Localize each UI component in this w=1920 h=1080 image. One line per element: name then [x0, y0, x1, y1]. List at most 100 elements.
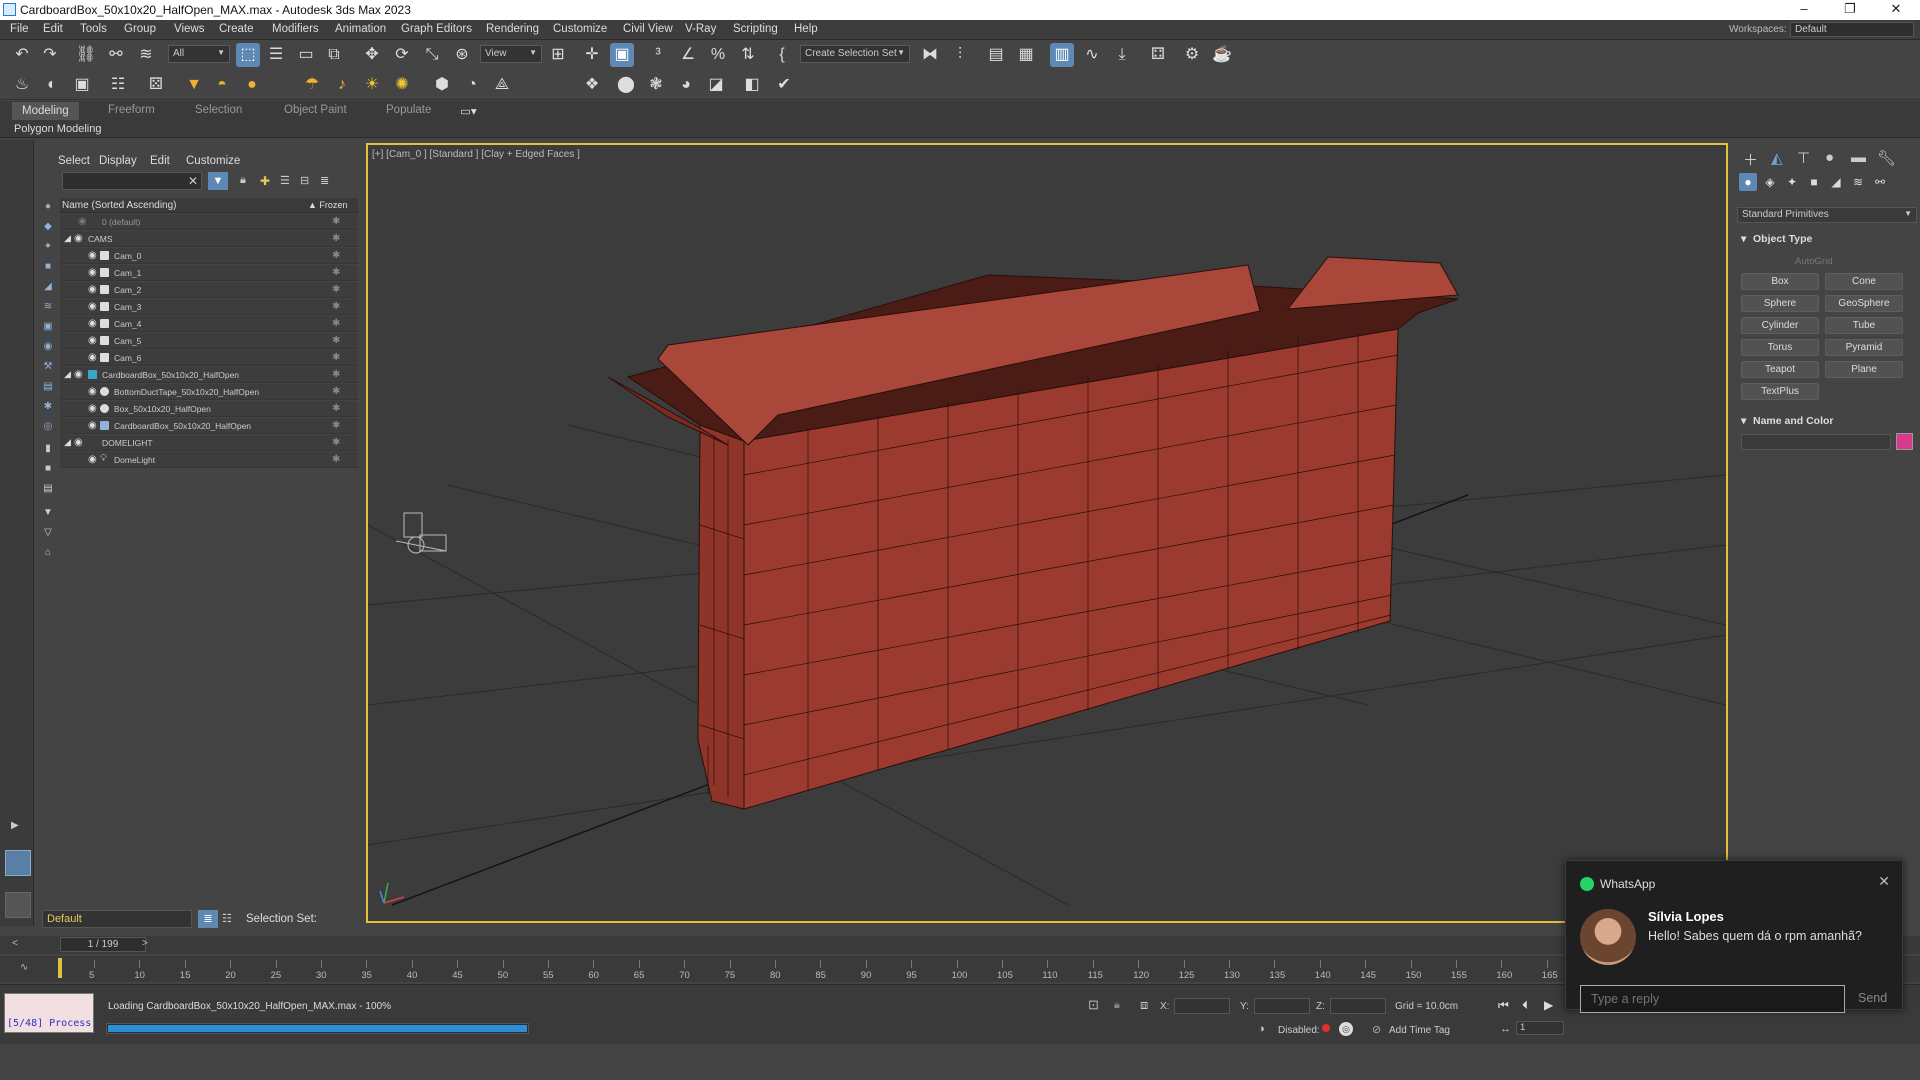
list-item[interactable]: ◉ Cam_0 ✱: [60, 248, 358, 264]
named-selection-dropdown[interactable]: Create Selection Set ▼: [800, 45, 910, 63]
filter-icon[interactable]: ▼: [42, 507, 54, 519]
systems-category-icon[interactable]: ⚯: [1871, 173, 1889, 191]
display-xrefs-icon[interactable]: ◉: [42, 341, 54, 353]
previous-frame-icon[interactable]: ⏴: [1522, 998, 1528, 1013]
window-crossing-icon[interactable]: ⧉: [322, 43, 346, 67]
visibility-icon[interactable]: ◉: [88, 250, 97, 261]
hierarchy-tab-icon[interactable]: ⊤: [1797, 149, 1810, 167]
expand-arrow-icon[interactable]: ▶: [11, 820, 19, 831]
material-editor-icon[interactable]: ⚃: [1146, 43, 1170, 67]
layer-explorer-icon[interactable]: ≣: [198, 910, 218, 928]
sun-icon[interactable]: ☀: [360, 73, 384, 97]
scene-search-input[interactable]: [62, 172, 202, 190]
maxscript-listener[interactable]: [5/48] Process: [4, 993, 94, 1033]
mirror-icon[interactable]: ⧓: [918, 43, 942, 67]
redo-icon[interactable]: ↷: [38, 43, 62, 67]
collapse-arrow-icon[interactable]: ◢: [64, 369, 71, 380]
time-tag-icon[interactable]: ⊘: [1372, 1023, 1381, 1036]
geosphere-button[interactable]: GeoSphere: [1825, 295, 1903, 312]
name-color-rollout[interactable]: ▾ Name and Color: [1737, 413, 1917, 429]
freeze-icon[interactable]: ✱: [332, 403, 340, 414]
minimize-button[interactable]: –: [1786, 1, 1822, 19]
scene-menu-select[interactable]: Select: [58, 155, 90, 167]
rect-selection-icon[interactable]: ▭: [294, 43, 318, 67]
torus-button[interactable]: Torus: [1741, 339, 1819, 356]
object-type-rollout[interactable]: ▾ Object Type: [1737, 231, 1917, 247]
add-time-tag[interactable]: Add Time Tag: [1389, 1025, 1450, 1036]
display-invert-icon[interactable]: ▤: [42, 483, 54, 495]
whatsapp-notification[interactable]: WhatsApp ✕ Sílvia Lopes Hello! Sabes que…: [1565, 860, 1903, 1013]
cameras-category-icon[interactable]: ■: [1805, 173, 1823, 191]
stack-icon[interactable]: ≣: [320, 174, 329, 187]
freeze-icon[interactable]: ✱: [332, 437, 340, 448]
keyboard-shortcut-override-icon[interactable]: ▣: [610, 43, 634, 67]
slider-right-arrow-icon[interactable]: >: [142, 938, 148, 949]
menu-file[interactable]: File: [10, 23, 29, 35]
header-frozen[interactable]: ▲ Frozen: [308, 200, 347, 210]
isolate-icon[interactable]: ⊡: [1088, 997, 1099, 1013]
list-item[interactable]: ◢ ◉ CardboardBox_50x10x20_HalfOpen ✱: [60, 367, 358, 383]
adaptive-degradation-icon[interactable]: ◑: [1258, 1023, 1265, 1035]
vray-plane-icon[interactable]: ⟁: [490, 73, 514, 97]
display-groups-icon[interactable]: ▣: [42, 321, 54, 333]
move-icon[interactable]: ✥: [360, 43, 384, 67]
selection-lock-icon[interactable]: 🔒︎: [1114, 999, 1120, 1012]
shapes-category-icon[interactable]: ◈: [1761, 173, 1779, 191]
tab-selection[interactable]: Selection: [195, 104, 242, 116]
snaps-toggle-icon[interactable]: ³: [646, 43, 670, 67]
percent-snap-icon[interactable]: %: [706, 43, 730, 67]
utilities-tab-icon[interactable]: 🔧︎: [1877, 149, 1896, 167]
create-tab-icon[interactable]: ＋: [1743, 149, 1758, 170]
menu-create[interactable]: Create: [219, 23, 254, 35]
menu-vray[interactable]: V-Ray: [685, 23, 716, 35]
freeze-icon[interactable]: ✱: [332, 420, 340, 431]
edit-named-selection-icon[interactable]: {: [770, 43, 794, 67]
display-shapes-icon[interactable]: ◆: [42, 221, 54, 233]
list-item[interactable]: ◉ Cam_1 ✱: [60, 265, 358, 281]
align-icon[interactable]: ⫶: [948, 43, 972, 67]
curve-editor-icon[interactable]: ∿: [1080, 43, 1104, 67]
visibility-icon[interactable]: ◉: [74, 369, 83, 380]
list-item[interactable]: ◉ Cam_3 ✱: [60, 299, 358, 315]
freeze-icon[interactable]: ✱: [332, 267, 340, 278]
filter-toggle-icon[interactable]: ▼: [208, 172, 228, 190]
rotate-icon[interactable]: ⟳: [390, 43, 414, 67]
pivot-center-icon[interactable]: ⊞: [546, 43, 570, 67]
list-item[interactable]: ◉ 💡︎ DomeLight ✱: [60, 452, 358, 468]
display-frozen-icon[interactable]: ✱: [42, 401, 54, 413]
collapse-arrow-icon[interactable]: ◢: [64, 233, 71, 244]
menu-customize[interactable]: Customize: [553, 23, 607, 35]
schematic-view-icon[interactable]: ⤓: [1110, 43, 1134, 67]
motion-tab-icon[interactable]: ●: [1825, 149, 1834, 166]
viewport-perspective[interactable]: [+] [Cam_0 ] [Standard ] [Clay + Edged F…: [366, 143, 1728, 923]
layer-dropdown[interactable]: Default: [42, 910, 192, 928]
material-sphere-icon[interactable]: ⬤: [614, 73, 638, 97]
sphere-button[interactable]: Sphere: [1741, 295, 1819, 312]
link-icon[interactable]: ⛓: [74, 43, 98, 67]
modify-tab-icon[interactable]: ◭: [1771, 149, 1783, 167]
tab-modeling[interactable]: Modeling: [12, 102, 79, 120]
tab-object-paint[interactable]: Object Paint: [284, 104, 347, 116]
display-bones-icon[interactable]: ⚒: [42, 361, 54, 373]
polygon-modeling-label[interactable]: Polygon Modeling: [14, 123, 101, 135]
scene-menu-edit[interactable]: Edit: [150, 155, 170, 167]
menu-scripting[interactable]: Scripting: [733, 23, 778, 35]
vray-fur-icon[interactable]: ◔: [460, 73, 484, 97]
frame-buffer-icon[interactable]: ▣: [70, 73, 94, 97]
close-notification-icon[interactable]: ✕: [1878, 873, 1890, 890]
layout-tab[interactable]: [5, 892, 31, 918]
vray-lister-icon[interactable]: ◪: [704, 73, 728, 97]
menu-views[interactable]: Views: [174, 23, 204, 35]
visibility-icon[interactable]: ◉: [88, 284, 97, 295]
maximize-button[interactable]: ❐: [1832, 1, 1868, 19]
vray-toolbox-icon[interactable]: ◧: [740, 73, 764, 97]
tube-button[interactable]: Tube: [1825, 317, 1903, 334]
vray-settings-icon[interactable]: ☷: [106, 73, 130, 97]
textplus-button[interactable]: TextPlus: [1741, 383, 1819, 400]
toggle-layer-explorer-icon[interactable]: ▦: [1014, 43, 1038, 67]
x-coordinate-field[interactable]: [1174, 998, 1230, 1014]
time-slider-thumb[interactable]: 1 / 199: [60, 937, 146, 952]
list-item[interactable]: ◉ Cam_2 ✱: [60, 282, 358, 298]
selection-set-icon[interactable]: ☷: [222, 912, 232, 925]
freeze-icon[interactable]: ✱: [332, 386, 340, 397]
